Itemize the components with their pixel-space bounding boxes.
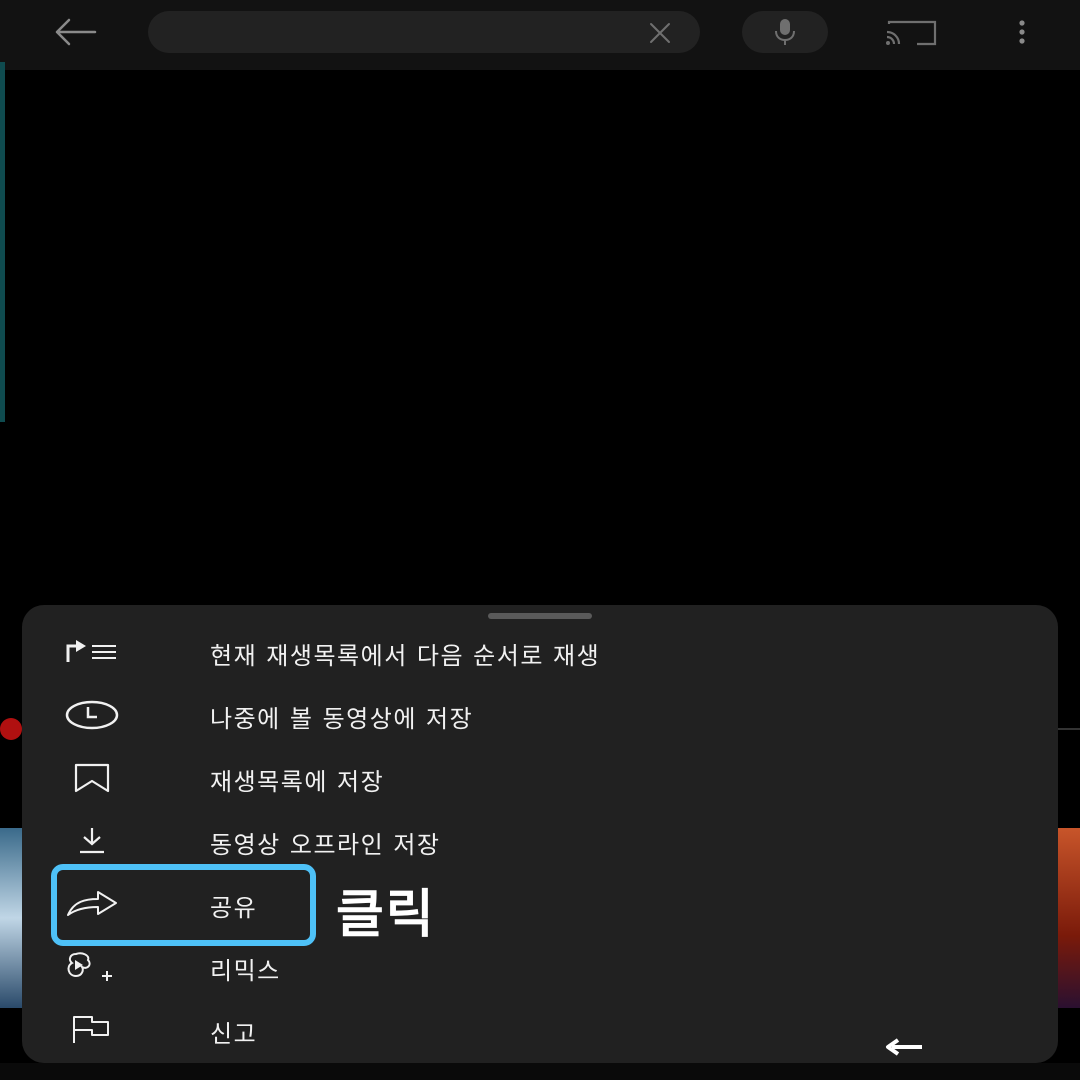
play-next-icon (62, 635, 122, 669)
click-annotation-label: 클릭 (336, 885, 436, 945)
arrow-left-icon (886, 1038, 922, 1056)
thumbnail-left-edge (0, 828, 24, 1008)
highlight-box (51, 864, 316, 946)
menu-item-save-playlist[interactable]: 재생목록에 저장 (22, 747, 1058, 809)
cast-button[interactable] (880, 14, 942, 50)
progress-dot (0, 718, 22, 740)
drag-handle[interactable] (488, 613, 592, 619)
flag-icon (62, 1013, 122, 1047)
clock-icon (62, 698, 122, 732)
more-options-button[interactable] (1004, 14, 1040, 50)
search-input[interactable] (168, 11, 642, 55)
video-thumbnail-edge (0, 62, 5, 422)
more-vert-icon (1019, 20, 1025, 44)
action-bottom-sheet: 현재 재생목록에서 다음 순서로 재생 나중에 볼 동영상에 저장 재생목록에 … (22, 605, 1058, 1063)
back-arrow-icon (55, 18, 97, 46)
menu-item-label: 재생목록에 저장 (210, 768, 385, 796)
menu-item-label: 현재 재생목록에서 다음 순서로 재생 (210, 642, 601, 670)
menu-item-label: 신고 (210, 1020, 258, 1048)
menu-item-label: 나중에 볼 동영상에 저장 (210, 705, 474, 733)
menu-item-label: 리믹스 (210, 957, 281, 985)
thumbnail-right-edge (1056, 828, 1080, 1008)
voice-search-button[interactable] (742, 11, 828, 53)
close-icon (650, 23, 670, 43)
back-button[interactable] (44, 12, 106, 52)
bookmark-icon (62, 761, 122, 795)
divider (1058, 728, 1080, 730)
menu-item-download[interactable]: 동영상 오프라인 저장 (22, 810, 1058, 872)
remix-icon (62, 950, 122, 984)
top-app-bar (0, 0, 1080, 70)
search-field-container[interactable] (148, 11, 700, 55)
microphone-icon (775, 19, 795, 45)
menu-item-label: 동영상 오프라인 저장 (210, 831, 441, 859)
download-icon (62, 824, 122, 858)
cast-icon (886, 20, 937, 46)
menu-item-play-next[interactable]: 현재 재생목록에서 다음 순서로 재생 (22, 621, 1058, 683)
menu-item-watch-later[interactable]: 나중에 볼 동영상에 저장 (22, 684, 1058, 746)
bottom-nav-bar (0, 1063, 1080, 1080)
clear-search-button[interactable] (648, 21, 672, 45)
